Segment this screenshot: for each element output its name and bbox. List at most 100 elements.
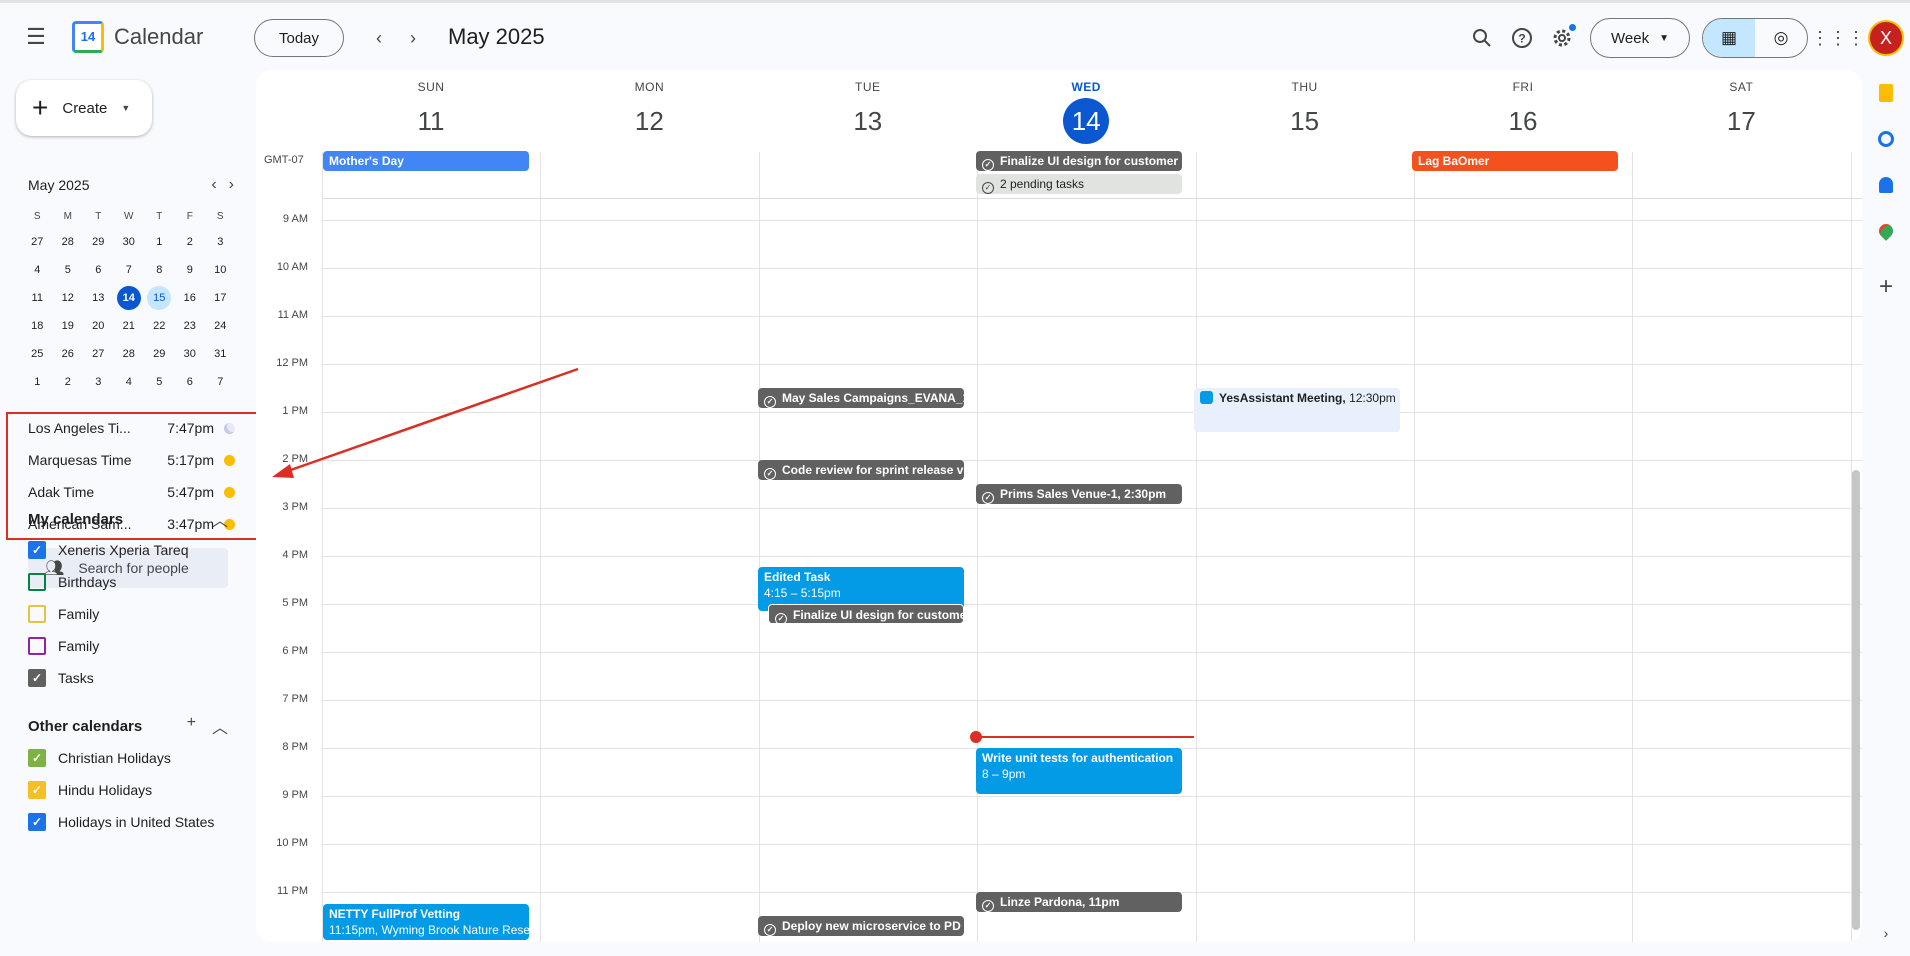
mini-calendar-day[interactable]: 24 bbox=[205, 312, 236, 340]
day-header-sun[interactable]: SUN 11 bbox=[322, 70, 540, 150]
help-icon[interactable]: ? bbox=[1502, 18, 1542, 58]
mini-calendar-day[interactable]: 5 bbox=[53, 256, 84, 284]
mini-calendar-day[interactable]: 8 bbox=[144, 256, 175, 284]
day-header-sat[interactable]: SAT 17 bbox=[1632, 70, 1850, 150]
calendar-list-item[interactable]: ✓ Xeneris Xperia Tareq bbox=[28, 534, 188, 566]
task-may-sales-campaigns[interactable]: ✓ May Sales Campaigns_EVANA_1 bbox=[758, 388, 964, 408]
add-calendar-icon[interactable]: + bbox=[187, 714, 196, 738]
day-header-mon[interactable]: MON 12 bbox=[540, 70, 758, 150]
create-button[interactable]: + Create ▼ bbox=[16, 80, 152, 136]
calendar-checkbox[interactable] bbox=[28, 637, 46, 655]
calendar-list-item[interactable]: ✓ Christian Holidays bbox=[28, 742, 214, 774]
mini-calendar-day[interactable]: 20 bbox=[83, 312, 114, 340]
mini-calendar-day[interactable]: 1 bbox=[22, 368, 53, 396]
calendar-list-item[interactable]: Birthdays bbox=[28, 566, 188, 598]
previous-week-icon[interactable]: ‹ bbox=[362, 18, 396, 58]
mini-calendar-day[interactable]: 30 bbox=[114, 228, 145, 256]
mini-calendar-day[interactable]: 27 bbox=[83, 340, 114, 368]
event-lag-baomer[interactable]: Lag BaOmer bbox=[1412, 151, 1618, 171]
mini-calendar-day[interactable]: 21 bbox=[114, 312, 145, 340]
search-icon[interactable] bbox=[1462, 18, 1502, 58]
event-write-unit-tests[interactable]: Write unit tests for authentication 8 – … bbox=[976, 748, 1182, 794]
calendar-checkbox[interactable] bbox=[28, 605, 46, 623]
mini-calendar-day[interactable]: 28 bbox=[114, 340, 145, 368]
pending-tasks-chip[interactable]: ✓ 2 pending tasks bbox=[976, 174, 1182, 194]
add-addon-icon[interactable]: + bbox=[1862, 264, 1910, 310]
mini-calendar-day[interactable]: 29 bbox=[83, 228, 114, 256]
mini-calendar-day[interactable]: 19 bbox=[53, 312, 84, 340]
task-deploy-microservice[interactable]: ✓ Deploy new microservice to PD bbox=[758, 916, 964, 936]
mini-next-month-icon[interactable]: › bbox=[229, 176, 234, 194]
event-mothers-day[interactable]: Mother's Day bbox=[323, 151, 529, 171]
mini-calendar-day[interactable]: 14 bbox=[116, 286, 141, 310]
calendar-checkbox[interactable]: ✓ bbox=[28, 749, 46, 767]
vertical-scrollbar[interactable] bbox=[1852, 470, 1860, 930]
mini-calendar-day[interactable]: 3 bbox=[205, 228, 236, 256]
event-netty-fullprof-vetting[interactable]: NETTY FullProf Vetting 11:15pm, Wyming B… bbox=[323, 904, 529, 940]
account-avatar[interactable]: X bbox=[1868, 20, 1904, 56]
calendar-list-item[interactable]: Family bbox=[28, 630, 188, 662]
mini-calendar-day[interactable]: 4 bbox=[114, 368, 145, 396]
contacts-icon[interactable] bbox=[1862, 162, 1910, 208]
mini-calendar-day[interactable]: 5 bbox=[144, 368, 175, 396]
mini-calendar-day[interactable]: 31 bbox=[205, 340, 236, 368]
task-finalize-ui-allday[interactable]: ✓ Finalize UI design for customer bbox=[976, 151, 1182, 171]
mini-calendar-day[interactable]: 7 bbox=[114, 256, 145, 284]
day-header-thu[interactable]: THU 15 bbox=[1196, 70, 1414, 150]
chevron-up-icon[interactable]: ︿ bbox=[212, 714, 228, 738]
calendar-list-item[interactable]: ✓ Holidays in United States bbox=[28, 806, 214, 838]
day-number[interactable]: 12 bbox=[626, 98, 672, 144]
mini-calendar-day[interactable]: 13 bbox=[83, 284, 114, 312]
mini-calendar-day[interactable]: 4 bbox=[22, 256, 53, 284]
day-number[interactable]: 15 bbox=[1282, 98, 1328, 144]
mini-calendar-day[interactable]: 9 bbox=[175, 256, 206, 284]
mini-calendar-day[interactable]: 22 bbox=[144, 312, 175, 340]
main-menu-icon[interactable]: ☰ bbox=[16, 17, 56, 57]
mini-calendar-day[interactable]: 27 bbox=[22, 228, 53, 256]
day-header-tue[interactable]: TUE 13 bbox=[759, 70, 977, 150]
maps-icon[interactable] bbox=[1862, 208, 1910, 254]
mini-calendar-day[interactable]: 28 bbox=[53, 228, 84, 256]
mini-calendar-day[interactable]: 2 bbox=[53, 368, 84, 396]
day-number[interactable]: 17 bbox=[1718, 98, 1764, 144]
keep-notes-icon[interactable] bbox=[1862, 70, 1910, 116]
mini-calendar-day[interactable]: 16 bbox=[175, 284, 206, 312]
settings-gear-icon[interactable] bbox=[1542, 18, 1582, 58]
today-button[interactable]: Today bbox=[254, 19, 344, 57]
calendar-checkbox[interactable]: ✓ bbox=[28, 541, 46, 559]
mini-calendar-day[interactable]: 15 bbox=[147, 286, 172, 310]
mini-calendar-day[interactable]: 18 bbox=[22, 312, 53, 340]
task-prims-sales-venue[interactable]: ✓ Prims Sales Venue-1, 2:30pm bbox=[976, 484, 1182, 504]
calendar-checkbox[interactable]: ✓ bbox=[28, 781, 46, 799]
task-code-review[interactable]: ✓ Code review for sprint release v bbox=[758, 460, 964, 480]
mini-calendar-day[interactable]: 6 bbox=[83, 256, 114, 284]
mini-calendar-day[interactable]: 25 bbox=[22, 340, 53, 368]
calendar-checkbox[interactable]: ✓ bbox=[28, 813, 46, 831]
calendar-logo[interactable]: 14 Calendar bbox=[72, 20, 203, 53]
mini-calendar-day[interactable]: 2 bbox=[175, 228, 206, 256]
mini-calendar-day[interactable]: 26 bbox=[53, 340, 84, 368]
expand-panel-icon[interactable]: › bbox=[1862, 910, 1910, 956]
day-number[interactable]: 14 bbox=[1063, 98, 1110, 144]
mini-calendar-day[interactable]: 17 bbox=[205, 284, 236, 312]
day-header-wed[interactable]: WED 14 bbox=[977, 70, 1195, 150]
day-number[interactable]: 13 bbox=[845, 98, 891, 144]
mini-previous-month-icon[interactable]: ‹ bbox=[211, 176, 216, 194]
calendar-list-item[interactable]: ✓ Hindu Holidays bbox=[28, 774, 214, 806]
mini-calendar-day[interactable]: 29 bbox=[144, 340, 175, 368]
calendar-view-icon[interactable]: ▦ bbox=[1703, 19, 1755, 57]
calendar-checkbox[interactable]: ✓ bbox=[28, 669, 46, 687]
mini-calendar-day[interactable]: 6 bbox=[175, 368, 206, 396]
calendar-list-item[interactable]: ✓ Tasks bbox=[28, 662, 188, 694]
calendar-list-item[interactable]: Family bbox=[28, 598, 188, 630]
mini-calendar-day[interactable]: 10 bbox=[205, 256, 236, 284]
calendar-checkbox[interactable] bbox=[28, 573, 46, 591]
task-linze-pardona[interactable]: ✓ Linze Pardona, 11pm bbox=[976, 892, 1182, 912]
day-header-fri[interactable]: FRI 16 bbox=[1414, 70, 1632, 150]
other-calendars-header[interactable]: Other calendars + ︿ bbox=[28, 714, 228, 738]
tasks-view-icon[interactable]: ◎ bbox=[1755, 19, 1807, 57]
tasks-icon[interactable] bbox=[1862, 116, 1910, 162]
my-calendars-header[interactable]: My calendars ︿ bbox=[28, 507, 228, 531]
mini-calendar-day[interactable]: 12 bbox=[53, 284, 84, 312]
day-number[interactable]: 11 bbox=[408, 98, 454, 144]
